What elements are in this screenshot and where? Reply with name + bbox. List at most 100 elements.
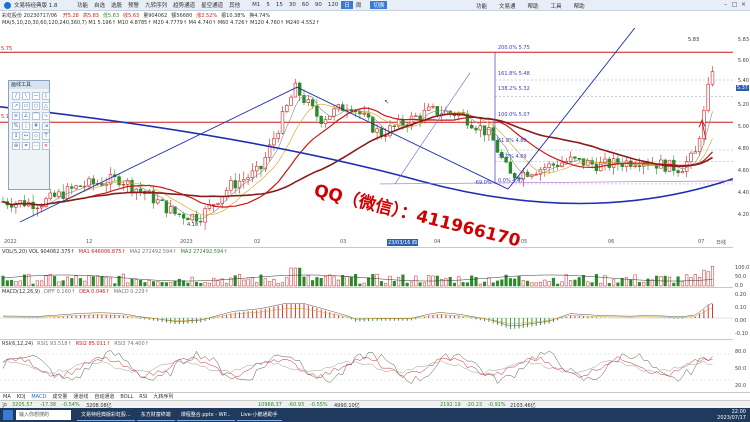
taskbar-app[interactable]: Live-小鹅通助手 [236,409,282,421]
macd-panel[interactable]: MACD(12,26,9) DIFF 0.160↑ DEA 0.046↑ MACD 0… [0,287,733,339]
indicator-tab[interactable]: 成交量 [49,393,70,400]
menu-item-0[interactable]: 功能 [74,1,91,9]
indicator-tab[interactable]: 九转序列 [150,393,176,400]
indicator-tab[interactable]: 自动通道 [91,393,117,400]
draw-tool-icon[interactable]: ⌒ [32,112,40,120]
volume-bar [194,281,199,287]
draw-tool-icon[interactable]: ↔ [22,132,30,140]
volume-bar [285,277,289,287]
volume-bar [151,281,156,287]
volume-bar [263,278,267,287]
draw-tool-icon[interactable]: × [42,142,50,150]
volume-bar [5,280,9,287]
period-1[interactable]: 5 [263,2,273,8]
candle-body [138,188,143,192]
period-8[interactable]: 周 [353,1,365,9]
volume-bar [646,278,650,287]
volume-bar [422,282,426,287]
menu-item-2[interactable]: 选股 [108,1,125,9]
period-4[interactable]: 60 [299,2,312,8]
draw-tool-icon[interactable]: % [12,122,20,130]
draw-tool-icon[interactable]: / [12,92,20,100]
top-menu-item-0[interactable]: 功能 [470,2,493,10]
menu-item-5[interactable]: 趋势通道 [170,1,198,9]
menu-item-4[interactable]: 九转序列 [142,1,170,9]
menu-item-1[interactable]: 自选 [91,1,108,9]
period-3[interactable]: 30 [286,2,299,8]
close-icon[interactable]: × [739,1,748,9]
date-tick-label: 03 [340,239,347,245]
maximize-icon[interactable]: □ [730,1,739,9]
draw-tool-icon[interactable]: ∠ [22,112,30,120]
menu-item-3[interactable]: 预警 [125,1,142,9]
menu-item-7[interactable]: 其他 [226,1,243,9]
draw-tool-icon[interactable]: ∿ [42,112,50,120]
candle-body [229,180,233,191]
start-menu-icon[interactable] [3,410,13,420]
cursor-icon: ↖ [384,99,389,106]
draw-tool-icon[interactable]: # [32,122,40,130]
draw-tool-icon[interactable]: ↕ [12,132,20,140]
draw-tool-icon[interactable]: \ [22,92,30,100]
draw-tool-icon[interactable]: — [32,92,40,100]
indicator-tab[interactable]: 通道线 [70,393,91,400]
candle-body [65,186,70,199]
volume-bars [1,265,715,287]
period-6[interactable]: 120 [325,2,342,8]
draw-tool-icon[interactable]: ⇲ [42,122,50,130]
taskbar-app[interactable]: 课程整合.pptx - WP... [176,409,235,421]
volume-bar [517,276,521,287]
volume-panel[interactable]: VOL(5,20) VOL 904062.375↑ MA1 646006.875↑… [0,247,733,287]
trend-line [394,72,471,185]
candle-body [641,163,646,167]
switch-button[interactable]: 切换 [370,1,388,9]
drawing-toolbox[interactable]: 画线工具 / \ — | ↗ ▭ ○ △ ≡ ∠ ⌒ ∿% ¦ # ⇲ ↕ ↔ ◇ T ⊕ ⌗ ⋯ × [8,80,50,190]
period-7[interactable]: 日 [341,1,353,9]
candlestick-chart[interactable]: ↖ [0,28,735,248]
top-menu-item-4[interactable]: 帮助 [568,2,591,10]
draw-tool-icon[interactable]: ⌗ [22,142,30,150]
volume-bar [44,275,48,287]
volume-bar [83,280,87,287]
draw-tool-icon[interactable]: ○ [32,102,40,110]
top-menu-item-1[interactable]: 文易通 [493,2,522,10]
draw-tool-icon[interactable]: T [42,132,50,140]
taskbar-app[interactable]: 文易特经典版彩虹股... [77,409,135,421]
top-menu-item-2[interactable]: 帮助 [522,2,545,10]
volume-bar [341,275,345,287]
taskbar-app[interactable]: 东方财富终端 [136,409,175,421]
draw-tool-icon[interactable]: ▭ [22,102,30,110]
period-5[interactable]: 90 [312,2,325,8]
draw-tool-icon[interactable]: ¦ [22,122,30,130]
volume-bar [495,280,500,287]
draw-tool-icon[interactable]: | [42,92,50,100]
draw-tool-icon[interactable]: ⋯ [32,142,40,150]
draw-tool-icon[interactable]: ↗ [12,102,20,110]
draw-tool-icon[interactable]: ⊕ [12,142,20,150]
macd-dea-line [3,308,713,324]
period-0[interactable]: M1 [249,2,263,8]
candle-body [91,178,96,184]
volume-bar [10,279,14,287]
period-switcher: M1 5 15 30 60 90 120 日周 [249,1,364,9]
draw-tool-icon[interactable]: ◇ [32,132,40,140]
volume-bar [74,275,78,287]
rsi-panel[interactable]: RSI(6,12,24) RSI1 93.518↑ RSI2 85.011↑ RSI3… [0,339,733,392]
volume-bar [444,278,448,287]
draw-tool-icon[interactable]: △ [42,102,50,110]
taskbar-search-input[interactable]: 输入你想搜的 [16,410,71,420]
quote-field-0: 开5.28 [62,13,79,19]
draw-tool-icon[interactable]: ≡ [12,112,20,120]
candle-body [57,191,61,197]
top-menu-item-3[interactable]: 工具 [545,2,568,10]
volume-bar [397,277,401,287]
minimize-icon[interactable]: – [721,1,730,9]
menu-item-6[interactable]: 星空通道 [198,1,226,9]
volume-bar [676,276,680,287]
volume-bar [233,275,237,287]
period-2[interactable]: 15 [273,2,286,8]
volume-bar [130,279,134,287]
volume-bar [143,282,147,287]
volume-bar [659,276,663,287]
volume-bar [710,265,715,287]
